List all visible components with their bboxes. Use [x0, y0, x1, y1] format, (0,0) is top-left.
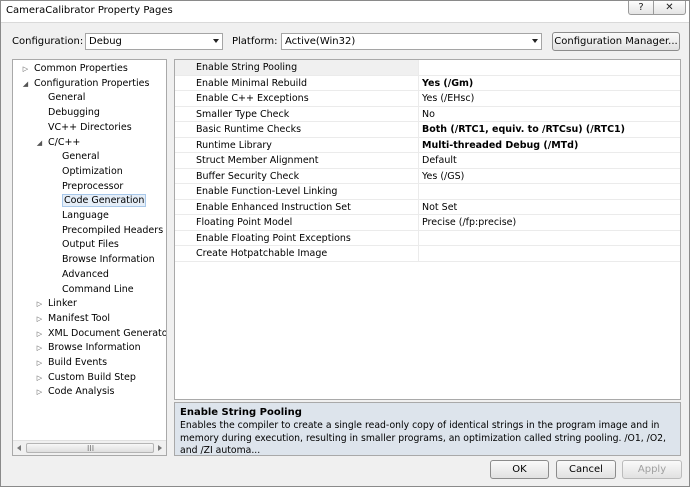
- property-row[interactable]: Enable Floating Point Exceptions: [175, 230, 680, 246]
- property-row[interactable]: Buffer Security Check Yes (/GS): [175, 168, 680, 184]
- property-value[interactable]: Yes (/EHsc): [421, 91, 679, 106]
- property-value[interactable]: Default: [421, 153, 679, 168]
- property-name: Enable String Pooling: [175, 60, 419, 75]
- tree-item-label: VC++ Directories: [48, 121, 132, 133]
- tree-item-label: Precompiled Headers: [62, 224, 164, 236]
- tree-item-label: Debugging: [48, 107, 100, 119]
- property-name: Enable Enhanced Instruction Set: [175, 199, 419, 215]
- tree-item-label: Optimization: [62, 165, 123, 177]
- ok-button[interactable]: OK: [490, 460, 549, 479]
- property-name: Floating Point Model: [175, 215, 419, 230]
- property-row[interactable]: Struct Member Alignment Default: [175, 153, 680, 169]
- property-name: Enable C++ Exceptions: [175, 91, 419, 106]
- property-row[interactable]: Floating Point Model Precise (/fp:precise…: [175, 215, 680, 231]
- property-value[interactable]: [421, 184, 679, 199]
- property-name: Enable Minimal Rebuild: [175, 75, 419, 91]
- property-name: Smaller Type Check: [175, 106, 419, 122]
- chevron-down-icon: [532, 39, 538, 43]
- property-name: Basic Runtime Checks: [175, 122, 419, 137]
- tree-item-label: XML Document Generator: [48, 327, 167, 339]
- tree-item-label: Command Line: [62, 283, 134, 295]
- expand-arrow-icon[interactable]: ▷: [21, 63, 30, 75]
- property-row[interactable]: Create Hotpatchable Image: [175, 246, 680, 262]
- chevron-down-icon: [213, 39, 219, 43]
- tree-item-label: Manifest Tool: [48, 312, 111, 324]
- property-value[interactable]: Yes (/Gm): [421, 76, 679, 91]
- tree-item-label: Linker: [48, 298, 77, 310]
- property-value[interactable]: Precise (/fp:precise): [421, 215, 679, 230]
- tree-item-label: Custom Build Step: [48, 371, 136, 383]
- scrollbar-thumb[interactable]: III: [26, 443, 154, 453]
- tree-item-label: Advanced: [62, 268, 109, 280]
- tree-item-label: Build Events: [48, 357, 108, 368]
- scroll-right-icon[interactable]: [158, 445, 162, 451]
- platform-dropdown[interactable]: Active(Win32): [281, 33, 542, 50]
- description-text: Enables the compiler to create a single …: [180, 420, 667, 456]
- tree-item-label: General: [48, 92, 86, 104]
- property-name: Buffer Security Check: [175, 168, 419, 184]
- grip-icon: III: [87, 444, 95, 453]
- tree-item-label: Code Generation: [62, 194, 147, 208]
- tree-item-label: C/C++: [48, 136, 81, 148]
- property-row[interactable]: Enable Minimal Rebuild Yes (/Gm): [175, 75, 680, 91]
- description-panel: Enable String Pooling Enables the compil…: [174, 402, 681, 456]
- platform-label: Platform:: [232, 36, 278, 47]
- property-value[interactable]: [421, 246, 679, 261]
- expand-arrow-icon[interactable]: ▷: [35, 328, 44, 340]
- cancel-button[interactable]: Cancel: [556, 460, 616, 479]
- tree-item-label: Common Properties: [34, 63, 128, 74]
- expand-arrow-icon[interactable]: ▷: [35, 298, 44, 310]
- property-name: Struct Member Alignment: [175, 153, 419, 168]
- property-row[interactable]: Smaller Type Check No: [175, 106, 680, 122]
- horizontal-scrollbar[interactable]: III: [13, 440, 166, 455]
- apply-button[interactable]: Apply: [622, 460, 682, 479]
- description-title: Enable String Pooling: [180, 407, 302, 418]
- help-button[interactable]: ?: [628, 1, 654, 15]
- tree-item-label: Browse Information: [62, 254, 155, 266]
- property-value[interactable]: Yes (/GS): [421, 169, 679, 184]
- configuration-value: Debug: [89, 36, 122, 47]
- tree-item-label: Code Analysis: [48, 386, 115, 398]
- property-value[interactable]: [421, 60, 679, 75]
- expand-arrow-icon[interactable]: ▷: [35, 342, 44, 354]
- expand-arrow-icon[interactable]: ▷: [35, 386, 44, 398]
- property-value[interactable]: Not Set: [421, 200, 679, 215]
- expand-arrow-icon[interactable]: ▷: [35, 357, 44, 369]
- property-row[interactable]: Enable C++ Exceptions Yes (/EHsc): [175, 91, 680, 107]
- property-name: Runtime Library: [175, 137, 419, 153]
- property-grid[interactable]: Enable String Pooling Enable Minimal Rebu…: [174, 59, 681, 400]
- collapse-arrow-icon[interactable]: ◢: [35, 137, 44, 149]
- tree-item-label: General: [62, 151, 100, 163]
- property-value[interactable]: [421, 231, 679, 246]
- property-value[interactable]: Multi-threaded Debug (/MTd): [421, 138, 679, 153]
- tree-item-label: Preprocessor: [62, 180, 124, 192]
- close-button[interactable]: ✕: [653, 1, 686, 15]
- configuration-manager-button[interactable]: Configuration Manager...: [552, 32, 680, 51]
- scroll-left-icon[interactable]: [17, 445, 21, 451]
- property-name: Enable Function-Level Linking: [175, 184, 419, 199]
- property-row[interactable]: Runtime Library Multi-threaded Debug (/MT…: [175, 137, 680, 153]
- configuration-label: Configuration:: [12, 36, 84, 47]
- expand-arrow-icon[interactable]: ▷: [35, 372, 44, 384]
- property-name: Create Hotpatchable Image: [175, 246, 419, 261]
- tree-item-label: Configuration Properties: [34, 77, 150, 89]
- tree-item-label: Output Files: [62, 239, 119, 251]
- window-title: CameraCalibrator Property Pages: [6, 5, 173, 16]
- title-bar: CameraCalibrator Property Pages ? ✕: [1, 1, 689, 23]
- property-pages-dialog: CameraCalibrator Property Pages ? ✕ Conf…: [0, 0, 690, 487]
- property-tree[interactable]: ▷ Common Properties ◢ Configuration Propert…: [12, 59, 167, 456]
- property-name: Enable Floating Point Exceptions: [175, 230, 419, 246]
- tree-item-label: Language: [62, 210, 109, 221]
- platform-value: Active(Win32): [285, 36, 356, 47]
- property-row[interactable]: Enable Function-Level Linking: [175, 184, 680, 200]
- collapse-arrow-icon[interactable]: ◢: [21, 78, 30, 90]
- property-row[interactable]: Enable Enhanced Instruction Set Not Set: [175, 199, 680, 215]
- property-value[interactable]: No: [421, 107, 679, 122]
- property-row[interactable]: Enable String Pooling: [175, 60, 680, 76]
- expand-arrow-icon[interactable]: ▷: [35, 313, 44, 325]
- property-value[interactable]: Both (/RTC1, equiv. to /RTCsu) (/RTC1): [421, 122, 679, 137]
- tree-item-label: Browse Information: [48, 342, 141, 354]
- property-row[interactable]: Basic Runtime Checks Both (/RTC1, equiv. …: [175, 122, 680, 138]
- configuration-dropdown[interactable]: Debug: [85, 33, 223, 50]
